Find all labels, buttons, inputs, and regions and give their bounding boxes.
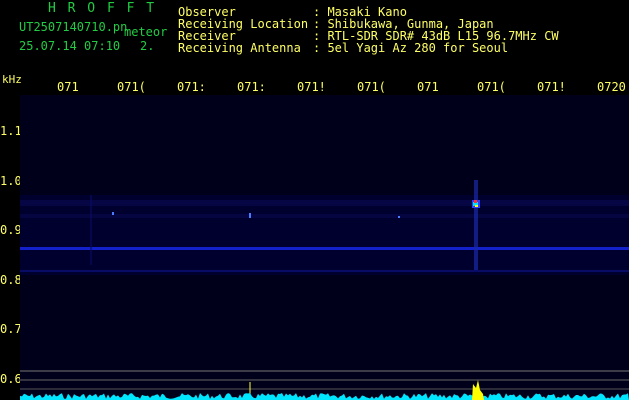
meteor-echo-peak (475, 205, 478, 207)
meteor-echo-peak (474, 200, 477, 203)
carrier-line (20, 247, 629, 250)
noise-dot (112, 212, 114, 215)
noise-dot (398, 216, 400, 218)
spectrogram-plot (20, 95, 629, 400)
noise-column (90, 195, 92, 265)
noise-dot (249, 213, 251, 218)
noise-band (20, 200, 629, 206)
noise-band (20, 195, 629, 275)
noise-band (20, 214, 629, 218)
meteor-echo-column (474, 180, 478, 270)
carrier-line-secondary (20, 270, 629, 272)
